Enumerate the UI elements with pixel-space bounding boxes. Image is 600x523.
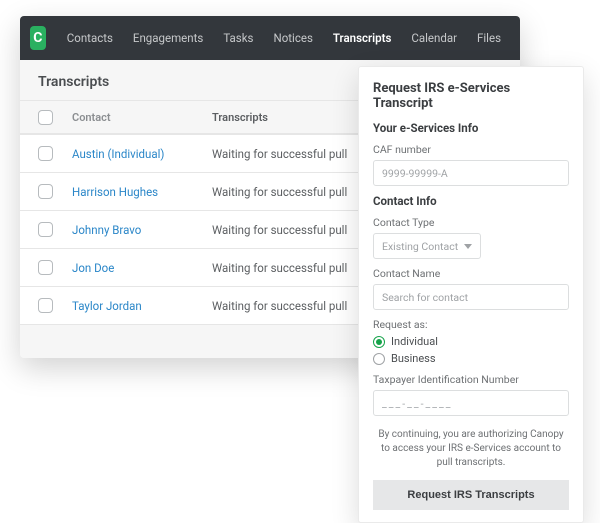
- contact-name-label: Contact Name: [373, 267, 569, 280]
- radio-business[interactable]: Business: [373, 352, 569, 365]
- contact-info-heading: Contact Info: [373, 194, 569, 208]
- request-as-label: Request as:: [373, 318, 569, 331]
- contact-type-label: Contact Type: [373, 216, 569, 229]
- tin-placeholder: ___-__-____: [382, 397, 452, 410]
- contact-link[interactable]: Taylor Jordan: [72, 299, 142, 313]
- panel-title: Request IRS e-Services Transcript: [373, 81, 569, 111]
- nav-item-notices[interactable]: Notices: [265, 16, 322, 60]
- contact-type-select[interactable]: Existing Contact: [373, 233, 481, 259]
- nav-item-files[interactable]: Files: [468, 16, 510, 60]
- select-all-checkbox[interactable]: [38, 110, 53, 125]
- contact-link[interactable]: Johnny Bravo: [72, 223, 141, 237]
- eservices-heading: Your e-Services Info: [373, 121, 569, 135]
- nav-item-contacts[interactable]: Contacts: [58, 16, 122, 60]
- nav-item-transcripts[interactable]: Transcripts: [324, 16, 401, 60]
- top-nav: C ContactsEngagementsTasksNoticesTranscr…: [20, 16, 520, 60]
- radio-individual[interactable]: Individual: [373, 335, 569, 348]
- caf-label: CAF number: [373, 143, 569, 156]
- caf-input[interactable]: 9999-99999-A: [373, 160, 569, 186]
- nav-item-tasks[interactable]: Tasks: [214, 16, 262, 60]
- radio-label: Business: [391, 352, 436, 365]
- app-logo[interactable]: C: [30, 26, 46, 50]
- row-checkbox[interactable]: [38, 184, 53, 199]
- caf-placeholder: 9999-99999-A: [382, 167, 448, 180]
- col-header-contact: Contact: [72, 111, 212, 124]
- radio-icon: [373, 336, 385, 348]
- chevron-down-icon: [464, 244, 472, 249]
- nav-item-calendar[interactable]: Calendar: [402, 16, 466, 60]
- contact-link[interactable]: Austin (Individual): [72, 147, 164, 161]
- nav-item-engagements[interactable]: Engagements: [124, 16, 212, 60]
- row-checkbox[interactable]: [38, 260, 53, 275]
- contact-name-input[interactable]: Search for contact: [373, 284, 569, 310]
- row-checkbox[interactable]: [38, 146, 53, 161]
- contact-link[interactable]: Jon Doe: [72, 261, 114, 275]
- radio-label: Individual: [391, 335, 438, 348]
- tin-input[interactable]: ___-__-____: [373, 390, 569, 416]
- row-checkbox[interactable]: [38, 298, 53, 313]
- tin-label: Taxpayer Identification Number: [373, 373, 569, 386]
- radio-icon: [373, 353, 385, 365]
- row-checkbox[interactable]: [38, 222, 53, 237]
- request-transcripts-button[interactable]: Request IRS Transcripts: [373, 480, 569, 510]
- disclaimer-text: By continuing, you are authorizing Canop…: [373, 428, 569, 470]
- contact-link[interactable]: Harrison Hughes: [72, 185, 158, 199]
- request-transcript-panel: Request IRS e-Services Transcript Your e…: [358, 66, 584, 523]
- contact-type-value: Existing Contact: [382, 240, 458, 253]
- contact-name-placeholder: Search for contact: [382, 291, 468, 304]
